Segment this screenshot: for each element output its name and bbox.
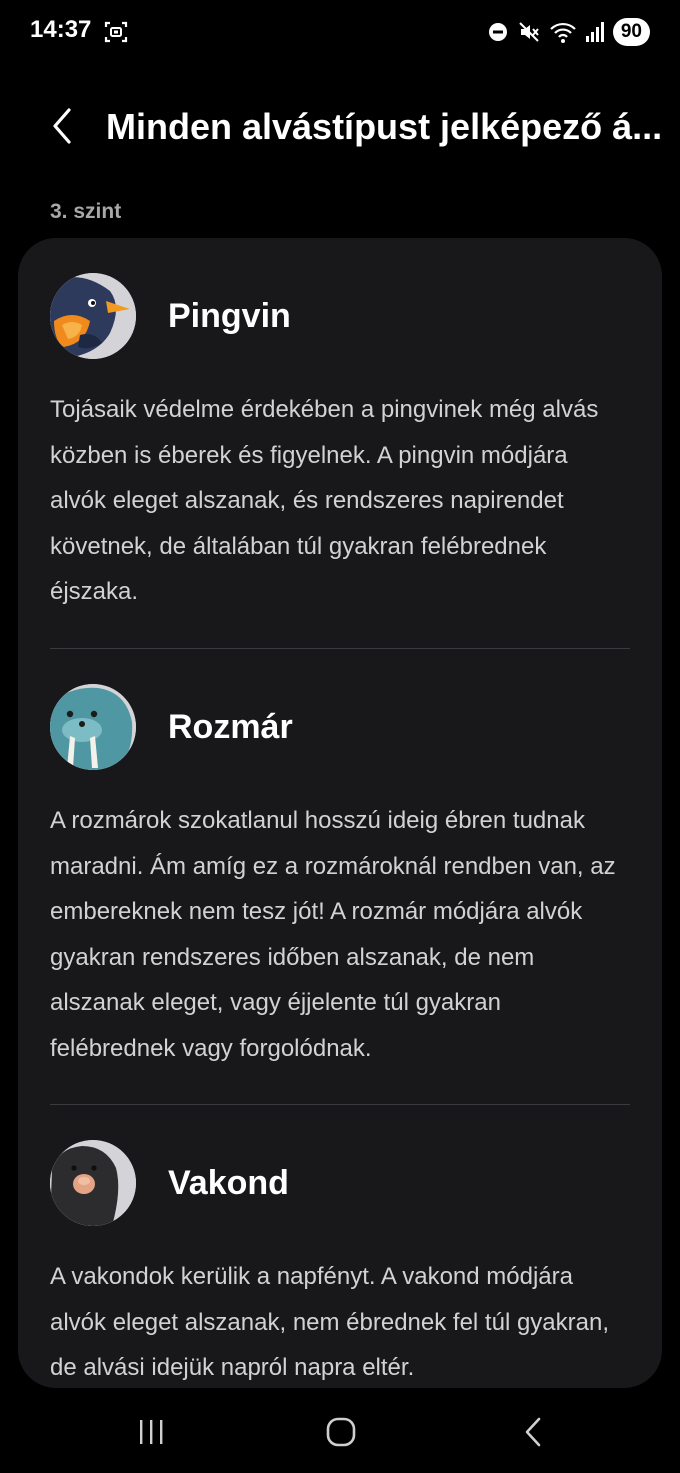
page-title: Minden alvástípust jelképező á...: [106, 106, 663, 147]
penguin-avatar: [50, 273, 136, 359]
list-item-pingvin: Pingvin Tojásaik védelme érdekében a pin…: [50, 273, 630, 615]
sleep-types-card: Pingvin Tojásaik védelme érdekében a pin…: [18, 238, 662, 1388]
item-description: A vakondok kerülik a napfényt. A vakond …: [50, 1263, 609, 1381]
navigation-bar: [0, 1390, 680, 1473]
battery-indicator: 90: [612, 18, 650, 46]
screenshot-icon: [104, 20, 128, 44]
back-icon: [525, 1417, 541, 1447]
home-button[interactable]: [316, 1412, 366, 1452]
status-time: 14:37: [30, 16, 92, 43]
recent-apps-button[interactable]: [126, 1412, 176, 1452]
item-description: A rozmárok szokatlanul hosszú ideig ébre…: [50, 807, 616, 1062]
list-item-vakond: Vakond A vakondok kerülik a napfényt. A …: [50, 1140, 630, 1388]
back-button[interactable]: [40, 104, 84, 148]
wifi-icon: [549, 20, 577, 44]
divider: [50, 1104, 630, 1105]
do-not-disturb-icon: [487, 21, 509, 43]
status-bar: 14:37 90: [0, 0, 680, 64]
chevron-left-icon: [53, 108, 71, 144]
walrus-avatar: [50, 684, 136, 770]
home-icon: [326, 1417, 356, 1447]
divider: [50, 648, 630, 649]
item-title: Pingvin: [168, 297, 291, 335]
mute-icon: [517, 20, 541, 44]
item-title: Rozmár: [168, 708, 293, 746]
section-label: 3. szint: [50, 200, 122, 223]
item-title: Vakond: [168, 1164, 289, 1202]
item-description: Tojásaik védelme érdekében a pingvinek m…: [50, 396, 599, 605]
list-item-rozmar: Rozmár A rozmárok szokatlanul hosszú ide…: [50, 684, 630, 1071]
mole-avatar: [50, 1140, 136, 1226]
recent-apps-icon: [140, 1420, 163, 1444]
nav-back-button[interactable]: [508, 1412, 558, 1452]
app-bar: Minden alvástípust jelképező á...: [0, 90, 680, 162]
signal-icon: [585, 21, 605, 43]
